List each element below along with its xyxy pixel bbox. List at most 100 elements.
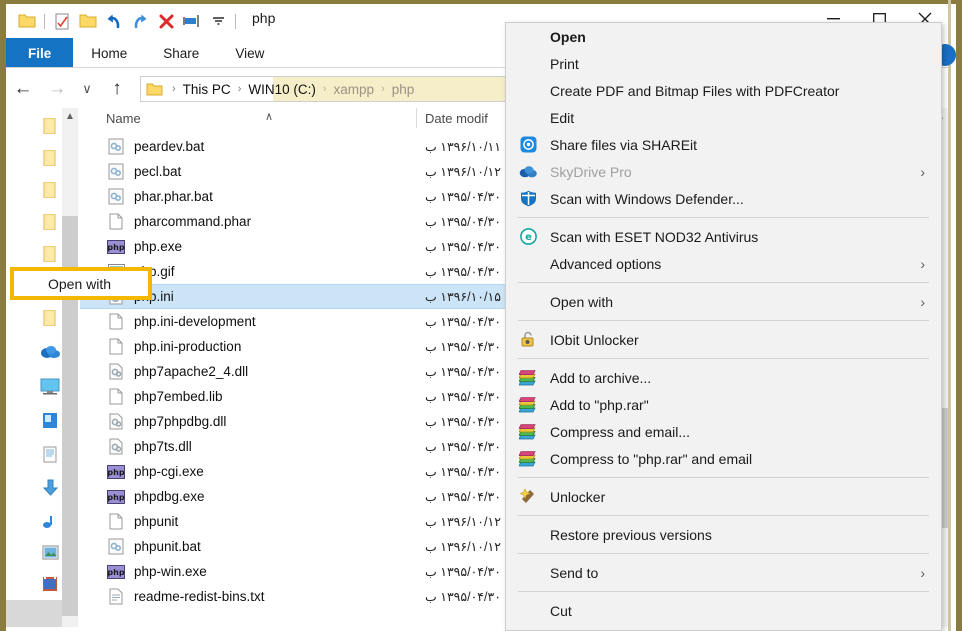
blank-file-icon <box>104 388 128 405</box>
menu-item-print[interactable]: Print <box>506 50 941 77</box>
downloads-icon[interactable] <box>40 478 60 498</box>
back-button[interactable]: ← <box>6 74 40 104</box>
bat-file-icon <box>104 138 128 155</box>
menu-item-no-icon <box>516 563 540 583</box>
pictures-icon[interactable] <box>40 542 60 562</box>
menu-item-unlocker[interactable]: Unlocker <box>506 483 941 510</box>
file-name: php.ini-development <box>134 314 256 329</box>
file-name: pecl.bat <box>134 164 182 179</box>
open-with-highlight-box[interactable]: Open with <box>10 267 152 300</box>
file-name: phar.phar.bat <box>134 189 213 204</box>
tab-file[interactable]: File <box>6 38 74 68</box>
folder-icon-7[interactable] <box>40 308 60 328</box>
eset-icon: e <box>516 227 540 247</box>
nav-scroll-up-icon[interactable]: ▲ <box>62 108 78 125</box>
menu-item-open-with[interactable]: Open with › <box>506 288 941 315</box>
drive-icon[interactable] <box>40 410 60 430</box>
menu-item-advanced-options[interactable]: Advanced options › <box>506 250 941 277</box>
skydrive-icon <box>516 162 540 182</box>
menu-item-restore-previous-versions[interactable]: Restore previous versions <box>506 521 941 548</box>
menu-item-no-icon <box>516 81 540 101</box>
menu-separator <box>518 282 929 283</box>
svg-text:php: php <box>107 568 124 577</box>
onedrive-icon[interactable] <box>40 342 60 362</box>
new-folder-icon[interactable] <box>75 8 101 34</box>
menu-item-skydrive-pro[interactable]: SkyDrive Pro › <box>506 158 941 185</box>
file-date-modified: ۱۳۹۵/۰۴/۳۰ ب <box>425 215 501 229</box>
forward-button[interactable]: → <box>40 74 74 104</box>
menu-item-compress-to-php-rar-and-email[interactable]: Compress to "php.rar" and email <box>506 445 941 472</box>
recent-locations-button[interactable]: ∨ <box>74 74 100 104</box>
open-with-highlight-label: Open with <box>48 275 112 292</box>
delete-icon[interactable] <box>153 8 179 34</box>
folder-icon-5[interactable] <box>40 244 60 264</box>
file-date-modified: ۱۳۹۵/۰۴/۳۰ ب <box>425 190 501 204</box>
file-date-modified: ۱۳۹۵/۰۴/۳۰ ب <box>425 465 501 479</box>
winrar-icon <box>516 449 540 469</box>
menu-item-scan-with-windows-defender[interactable]: Scan with Windows Defender... <box>506 185 941 212</box>
file-name: php.ini-production <box>134 339 242 354</box>
chevron-right-icon: › <box>920 163 925 180</box>
music-icon[interactable] <box>40 512 60 532</box>
folder-icon-4[interactable] <box>40 212 60 232</box>
menu-separator <box>518 477 929 478</box>
svg-text:php: php <box>107 493 124 502</box>
menu-item-label: Compress to "php.rar" and email <box>550 450 753 467</box>
menu-item-label: Print <box>550 55 579 72</box>
menu-item-cut[interactable]: Cut <box>506 597 941 624</box>
this-pc-icon[interactable] <box>40 376 60 396</box>
menu-item-label: Edit <box>550 109 575 126</box>
documents-icon[interactable] <box>40 444 60 464</box>
bat-file-icon <box>104 188 128 205</box>
rename-icon[interactable] <box>179 8 205 34</box>
nav-pane-scrollbar[interactable]: ▲ <box>62 108 78 627</box>
tab-share[interactable]: Share <box>145 38 217 68</box>
column-divider-1[interactable] <box>416 108 417 128</box>
breadcrumb-win10[interactable]: WIN10 (C:) <box>246 82 318 97</box>
breadcrumb-php[interactable]: php <box>390 82 417 97</box>
menu-item-scan-with-eset-nod32-antivirus[interactable]: e Scan with ESET NOD32 Antivirus <box>506 223 941 250</box>
breadcrumb-this-pc[interactable]: This PC <box>181 82 233 97</box>
blank-file-icon <box>104 213 128 230</box>
php-file-icon: php <box>104 564 128 579</box>
winrar-icon <box>516 422 540 442</box>
breadcrumb-sep-3: › <box>381 83 385 95</box>
breadcrumb-xampp[interactable]: xampp <box>332 82 377 97</box>
menu-item-edit[interactable]: Edit <box>506 104 941 131</box>
column-header-date-modified[interactable]: Date modif <box>425 111 488 126</box>
up-button[interactable]: ↑ <box>100 74 134 104</box>
folder-icon[interactable] <box>14 8 40 34</box>
redo-icon[interactable] <box>127 8 153 34</box>
menu-item-no-icon <box>516 254 540 274</box>
properties-icon[interactable] <box>49 8 75 34</box>
file-date-modified: ۱۳۹۶/۱۰/۱۲ ب <box>425 165 501 179</box>
tab-home[interactable]: Home <box>73 38 145 68</box>
chevron-right-icon: › <box>920 255 925 272</box>
menu-separator <box>518 217 929 218</box>
file-date-modified: ۱۳۹۶/۱۰/۱۲ ب <box>425 540 501 554</box>
window-frame-right <box>956 0 962 631</box>
menu-item-create-pdf-and-bitmap-files-with-pdfcreator[interactable]: Create PDF and Bitmap Files with PDFCrea… <box>506 77 941 104</box>
menu-item-add-to-archive[interactable]: Add to archive... <box>506 364 941 391</box>
menu-item-iobit-unlocker[interactable]: IObit Unlocker <box>506 326 941 353</box>
menu-item-label: Scan with Windows Defender... <box>550 190 744 207</box>
column-header-name[interactable]: Name <box>106 111 141 126</box>
folder-icon-3[interactable] <box>40 180 60 200</box>
customize-qat-icon[interactable] <box>205 8 231 34</box>
menu-item-add-to-php-rar[interactable]: Add to "php.rar" <box>506 391 941 418</box>
folder-icon-1[interactable] <box>40 116 60 136</box>
menu-item-no-icon <box>516 525 540 545</box>
menu-item-open[interactable]: Open <box>506 23 941 50</box>
window-title: php <box>252 10 276 26</box>
bat-file-icon <box>104 538 128 555</box>
chevron-right-icon: › <box>920 564 925 581</box>
videos-icon[interactable] <box>40 574 60 594</box>
tab-view[interactable]: View <box>217 38 282 68</box>
breadcrumb-sep-1: › <box>237 83 242 95</box>
folder-icon-2[interactable] <box>40 148 60 168</box>
menu-item-compress-and-email[interactable]: Compress and email... <box>506 418 941 445</box>
menu-item-share-files-via-shareit[interactable]: Share files via SHAREit <box>506 131 941 158</box>
menu-item-send-to[interactable]: Send to › <box>506 559 941 586</box>
undo-icon[interactable] <box>101 8 127 34</box>
file-date-modified: ۱۳۹۵/۰۴/۳۰ ب <box>425 390 501 404</box>
